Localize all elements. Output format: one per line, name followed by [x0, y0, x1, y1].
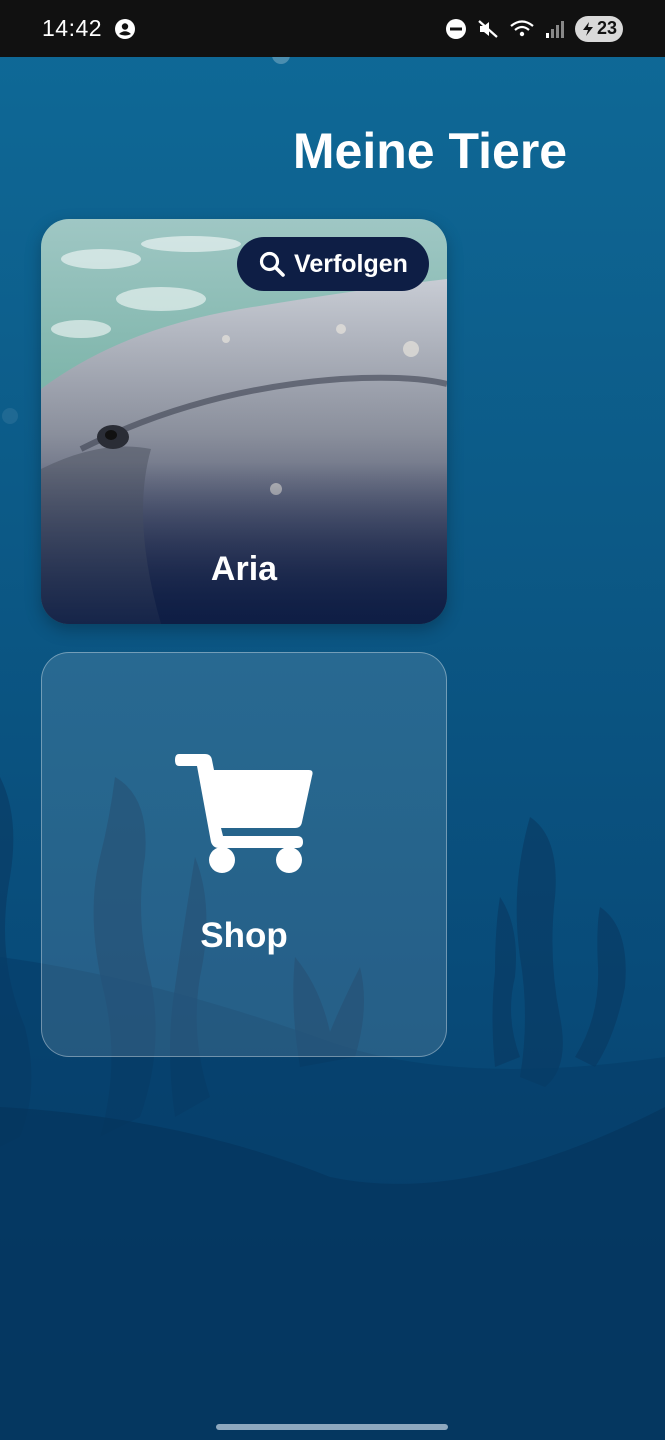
- status-left: 14:42: [42, 15, 136, 42]
- status-right: 23: [445, 15, 623, 42]
- account-circle-icon: [115, 18, 136, 39]
- do-not-disturb-icon: [446, 18, 466, 39]
- status-time: 14:42: [42, 15, 103, 41]
- battery-indicator: 23: [575, 15, 623, 42]
- signal-icon: [546, 20, 564, 38]
- track-button-label: Verfolgen: [294, 249, 408, 278]
- mute-icon: [478, 19, 498, 38]
- home-indicator[interactable]: [216, 1424, 448, 1430]
- status-bar: 14:42 23: [0, 0, 665, 57]
- battery-level: 23: [596, 18, 618, 38]
- track-button[interactable]: Verfolgen: [237, 237, 429, 291]
- search-icon: [259, 251, 285, 277]
- page-title: Meine Tiere: [292, 123, 568, 179]
- shop-label: Shop: [200, 916, 288, 955]
- cart-icon: [175, 754, 313, 873]
- battery-icon: [582, 21, 593, 36]
- wifi-icon: [510, 19, 534, 36]
- animal-name: Aria: [210, 550, 278, 588]
